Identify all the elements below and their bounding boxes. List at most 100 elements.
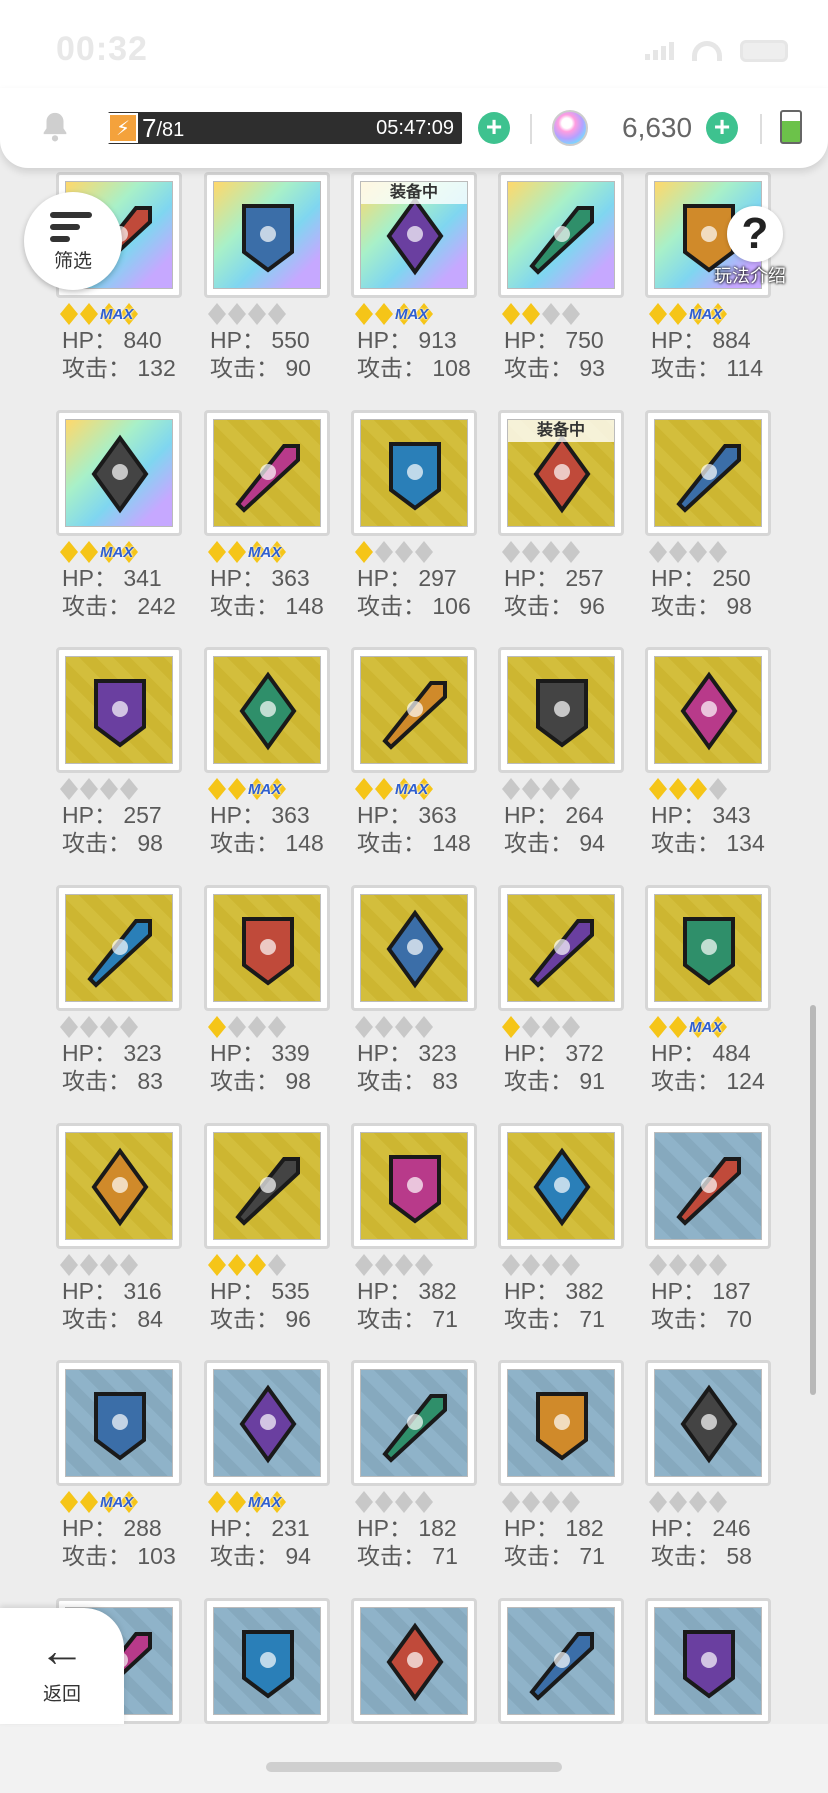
item-card[interactable] bbox=[498, 1598, 628, 1724]
item-card[interactable]: HP： 246 攻击： 58 bbox=[645, 1360, 775, 1570]
item-card[interactable]: MAX HP： 363 攻击： 148 bbox=[351, 647, 481, 857]
item-frame[interactable] bbox=[351, 1123, 477, 1249]
item-card[interactable] bbox=[351, 1598, 481, 1724]
item-card[interactable]: HP： 382 攻击： 71 bbox=[498, 1123, 628, 1333]
star-icon bbox=[542, 1491, 560, 1513]
star-icon bbox=[709, 778, 727, 800]
item-card[interactable]: HP： 323 攻击： 83 bbox=[351, 885, 481, 1095]
star-icon bbox=[689, 778, 707, 800]
item-card[interactable]: 装备中 HP： 257 攻击： 96 bbox=[498, 410, 628, 620]
angel-wings-icon bbox=[235, 1157, 300, 1226]
item-frame[interactable] bbox=[204, 1360, 330, 1486]
item-attack: 攻击： 94 bbox=[210, 1543, 311, 1569]
item-frame[interactable] bbox=[645, 1123, 771, 1249]
item-card[interactable]: HP： 182 攻击： 71 bbox=[498, 1360, 628, 1570]
star-icon bbox=[689, 1491, 707, 1513]
item-card[interactable]: HP： 316 攻击： 84 bbox=[56, 1123, 186, 1333]
item-card[interactable]: HP： 372 攻击： 91 bbox=[498, 885, 628, 1095]
help-button[interactable]: ? 玩法介绍 bbox=[710, 206, 800, 292]
item-card[interactable]: MAX HP： 341 攻击： 242 bbox=[56, 410, 186, 620]
item-frame[interactable] bbox=[645, 1598, 771, 1724]
item-frame[interactable] bbox=[204, 647, 330, 773]
item-attack: 攻击： 94 bbox=[504, 830, 605, 856]
item-frame[interactable] bbox=[498, 1123, 624, 1249]
item-rarity-background bbox=[360, 1369, 468, 1477]
crystal-dagger-icon bbox=[94, 679, 146, 748]
star-icon bbox=[375, 1254, 393, 1276]
item-card[interactable] bbox=[204, 1598, 334, 1724]
item-card[interactable]: HP： 187 攻击： 70 bbox=[645, 1123, 775, 1333]
item-frame[interactable] bbox=[351, 1598, 477, 1724]
item-card[interactable]: HP： 264 攻击： 94 bbox=[498, 647, 628, 857]
item-frame[interactable] bbox=[56, 410, 182, 536]
item-card[interactable]: HP： 257 攻击： 98 bbox=[56, 647, 186, 857]
item-hp: HP： 363 bbox=[210, 802, 310, 828]
star-rating bbox=[204, 302, 334, 326]
item-card[interactable] bbox=[645, 1598, 775, 1724]
item-frame[interactable] bbox=[645, 885, 771, 1011]
item-card[interactable]: HP： 323 攻击： 83 bbox=[56, 885, 186, 1095]
item-frame[interactable] bbox=[351, 410, 477, 536]
item-card[interactable]: MAX HP： 484 攻击： 124 bbox=[645, 885, 775, 1095]
item-frame[interactable] bbox=[351, 885, 477, 1011]
item-card[interactable]: HP： 182 攻击： 71 bbox=[351, 1360, 481, 1570]
item-frame[interactable] bbox=[645, 1360, 771, 1486]
filter-button[interactable]: 筛选 bbox=[24, 192, 122, 290]
item-card[interactable]: MAX HP： 363 攻击： 148 bbox=[204, 410, 334, 620]
add-gems-button[interactable]: + bbox=[706, 112, 738, 144]
item-frame[interactable] bbox=[204, 1123, 330, 1249]
item-attack: 攻击： 242 bbox=[62, 593, 176, 619]
item-card[interactable]: HP： 297 攻击： 106 bbox=[351, 410, 481, 620]
item-frame[interactable] bbox=[204, 410, 330, 536]
item-card[interactable]: MAX HP： 231 攻击： 94 bbox=[204, 1360, 334, 1570]
back-button[interactable]: ← 返回 bbox=[0, 1608, 124, 1724]
item-frame[interactable] bbox=[56, 885, 182, 1011]
star-icon bbox=[60, 541, 78, 563]
item-frame[interactable] bbox=[498, 647, 624, 773]
item-card[interactable]: HP： 750 攻击： 93 bbox=[498, 172, 628, 382]
star-rating bbox=[351, 1253, 481, 1277]
item-card[interactable]: HP： 535 攻击： 96 bbox=[204, 1123, 334, 1333]
item-card[interactable]: HP： 382 攻击： 71 bbox=[351, 1123, 481, 1333]
item-card[interactable]: 装备中 MAX HP： 913 攻击： 108 bbox=[351, 172, 481, 382]
item-frame[interactable] bbox=[351, 647, 477, 773]
item-frame[interactable] bbox=[56, 1123, 182, 1249]
item-frame[interactable] bbox=[498, 172, 624, 298]
item-frame[interactable] bbox=[56, 647, 182, 773]
item-attack: 攻击： 90 bbox=[210, 355, 311, 381]
item-frame[interactable] bbox=[645, 647, 771, 773]
item-card[interactable]: MAX HP： 363 攻击： 148 bbox=[204, 647, 334, 857]
item-frame[interactable] bbox=[645, 410, 771, 536]
item-frame[interactable] bbox=[204, 885, 330, 1011]
add-energy-button[interactable]: + bbox=[478, 112, 510, 144]
item-frame[interactable]: 装备中 bbox=[351, 172, 477, 298]
item-rarity-background bbox=[654, 1132, 762, 1240]
star-icon bbox=[522, 778, 540, 800]
star-icon bbox=[355, 303, 373, 325]
item-frame[interactable] bbox=[498, 1360, 624, 1486]
star-icon bbox=[80, 541, 98, 563]
item-card[interactable]: HP： 250 攻击： 98 bbox=[645, 410, 775, 620]
item-frame[interactable]: 装备中 bbox=[498, 410, 624, 536]
item-frame[interactable] bbox=[204, 1598, 330, 1724]
scrollbar[interactable] bbox=[810, 1005, 816, 1395]
item-frame[interactable] bbox=[351, 1360, 477, 1486]
item-card[interactable]: MAX HP： 288 攻击： 103 bbox=[56, 1360, 186, 1570]
item-card[interactable]: HP： 550 攻击： 90 bbox=[204, 172, 334, 382]
pickaxe-icon bbox=[386, 909, 444, 989]
star-icon bbox=[649, 778, 667, 800]
star-rating: MAX bbox=[204, 1490, 334, 1514]
item-rarity-background: 装备中 bbox=[360, 181, 468, 289]
star-icon bbox=[542, 778, 560, 800]
item-frame[interactable] bbox=[204, 172, 330, 298]
item-frame[interactable] bbox=[498, 1598, 624, 1724]
bell-icon[interactable] bbox=[38, 110, 72, 144]
item-rarity-background bbox=[213, 1132, 321, 1240]
item-card[interactable]: HP： 343 攻击： 134 bbox=[645, 647, 775, 857]
item-frame[interactable] bbox=[56, 1360, 182, 1486]
star-icon bbox=[375, 541, 393, 563]
home-indicator[interactable] bbox=[266, 1762, 562, 1772]
item-rarity-background bbox=[507, 1607, 615, 1715]
item-card[interactable]: HP： 339 攻击： 98 bbox=[204, 885, 334, 1095]
item-frame[interactable] bbox=[498, 885, 624, 1011]
